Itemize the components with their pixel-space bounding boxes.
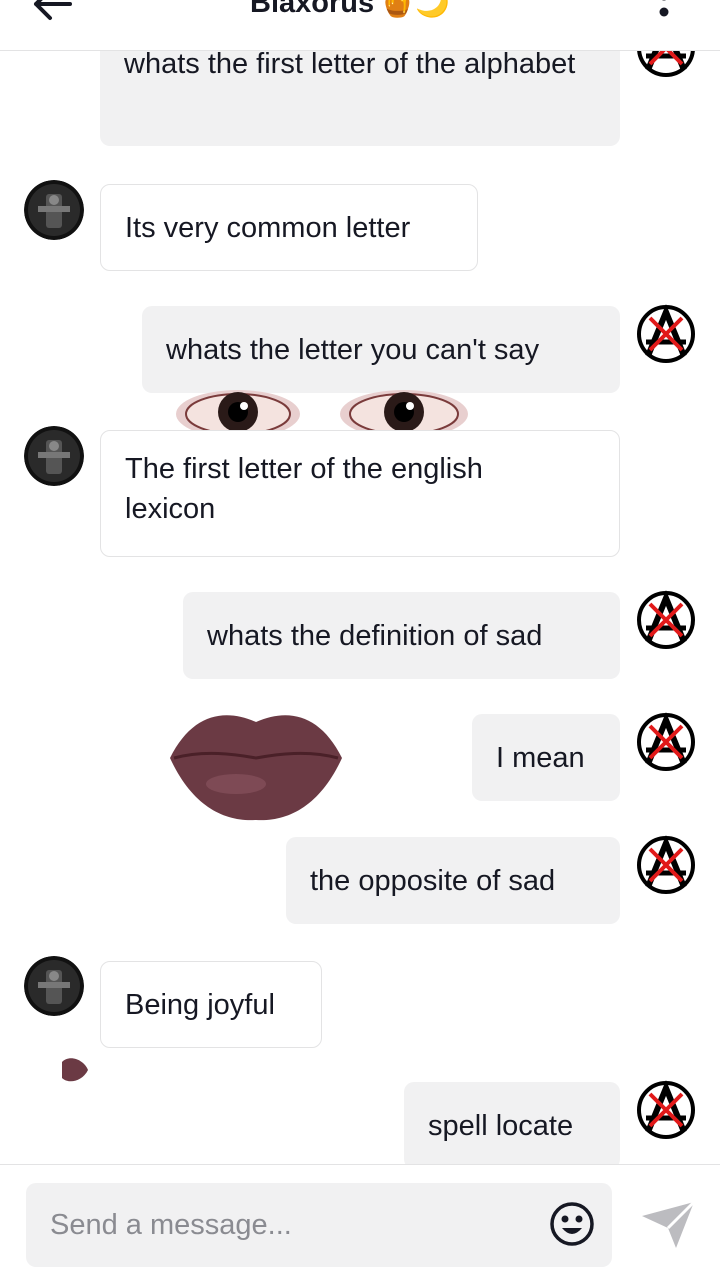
user-avatar-anarchy[interactable]: [636, 1080, 696, 1140]
message-bubble-sent[interactable]: the opposite of sad: [286, 837, 620, 924]
contact-avatar[interactable]: [24, 426, 84, 486]
emoji-face-icon[interactable]: [548, 1200, 596, 1248]
message-text: whats the letter you can't say: [166, 333, 540, 366]
message-text: whats the definition of sad: [207, 619, 543, 652]
contact-avatar[interactable]: [24, 180, 84, 240]
message-text: The first letter of the english lexicon: [125, 453, 483, 525]
user-avatar-anarchy[interactable]: [636, 712, 696, 772]
message-input-placeholder: Send a message...: [50, 1208, 292, 1241]
message-text: the opposite of sad: [310, 864, 556, 897]
message-bubble-sent[interactable]: I mean: [472, 714, 620, 801]
message-text: I mean: [496, 741, 585, 774]
contact-avatar[interactable]: [24, 956, 84, 1016]
more-vertical-icon[interactable]: [652, 0, 676, 24]
user-avatar-anarchy[interactable]: [636, 590, 696, 650]
message-input[interactable]: Send a message...: [26, 1183, 612, 1267]
message-composer: Send a message...: [0, 1164, 720, 1281]
message-bubble-sent[interactable]: whats the letter you can't say: [142, 306, 620, 393]
user-avatar-anarchy[interactable]: [636, 835, 696, 895]
message-bubble-received[interactable]: The first letter of the english lexicon: [100, 430, 620, 557]
arrow-left-icon[interactable]: [30, 0, 74, 26]
message-bubble-received[interactable]: Being joyful: [100, 961, 322, 1048]
title-emoji: 🍯🌙: [380, 0, 450, 18]
user-avatar-anarchy[interactable]: [636, 304, 696, 364]
conversation-title[interactable]: Blaxorus 🍯🌙: [250, 0, 450, 26]
message-text: Its very common letter: [125, 211, 411, 244]
message-list[interactable]: whats the first letter of the alphabet I…: [0, 0, 720, 1164]
lip-fragment-sticker: [62, 1058, 88, 1082]
message-bubble-sent[interactable]: spell locate: [404, 1082, 620, 1164]
message-bubble-sent[interactable]: whats the definition of sad: [183, 592, 620, 679]
message-bubble-received[interactable]: Its very common letter: [100, 184, 478, 271]
chat-header: Blaxorus 🍯🌙: [0, 0, 720, 51]
send-arrow-icon[interactable]: [640, 1200, 696, 1250]
message-text: spell locate: [428, 1109, 574, 1142]
lips-sticker: [170, 715, 342, 821]
contact-name: Blaxorus: [250, 0, 375, 19]
message-text: Being joyful: [125, 988, 275, 1021]
